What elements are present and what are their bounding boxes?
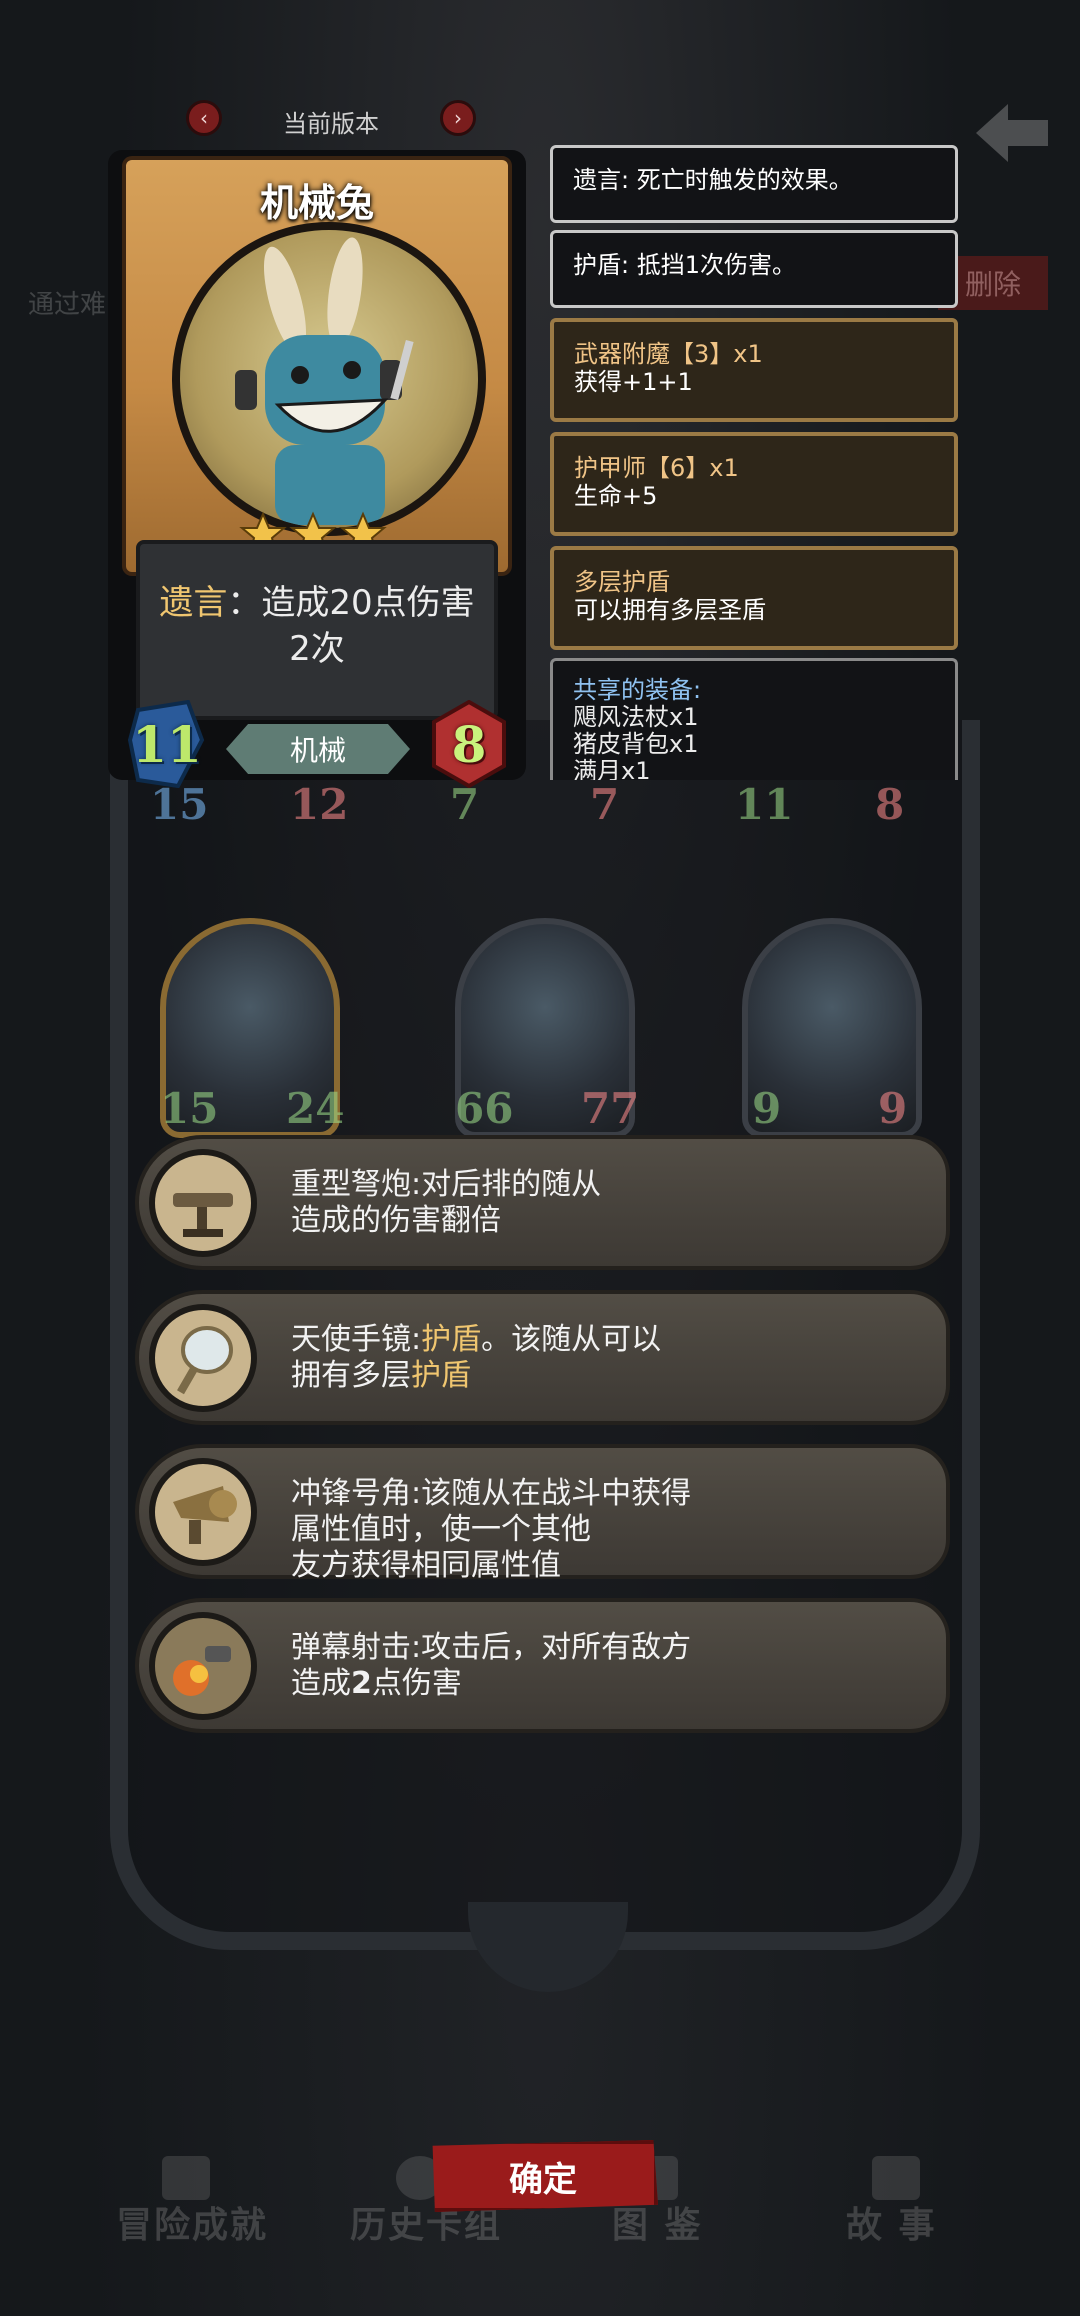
info-panel-enchant: 武器附魔【3】x1 获得+1+1: [550, 318, 958, 422]
card-text-line: 2次: [289, 629, 345, 669]
info-panel-shield: 护盾: 抵挡1次伤害。: [550, 230, 958, 308]
card-text: 遗言：造成20点伤害 2次: [136, 540, 498, 720]
version-label: 当前版本: [283, 110, 379, 138]
relic-text: 冲锋号角:该随从在战斗中获得 属性值时，使一个其他 友方获得相同属性值: [291, 1476, 692, 1583]
relic-item[interactable]: 重型弩炮:对后排的随从 造成的伤害翻倍: [135, 1135, 950, 1270]
relic-text: 天使手镜:护盾。该随从可以 拥有多层护盾: [291, 1322, 662, 1393]
equipment-item: 飓风法杖x1: [573, 703, 699, 731]
info-panel-deathrattle: 遗言: 死亡时触发的效果。: [550, 145, 958, 223]
version-switch: ‹ 当前版本 ›: [186, 100, 476, 140]
card-text-line: 造成20点伤害: [261, 583, 475, 623]
keyword-deathrattle: 遗言: [159, 583, 228, 623]
relic-item[interactable]: 天使手镜:护盾。该随从可以 拥有多层护盾: [135, 1290, 950, 1425]
nav-story[interactable]: 故 事: [846, 2196, 937, 2248]
board-minion[interactable]: 66 77: [455, 918, 639, 1138]
relic-item[interactable]: 弹幕射击:攻击后，对所有敌方 造成2点伤害: [135, 1598, 950, 1733]
nav-achievements[interactable]: 冒险成就: [116, 2196, 268, 2248]
attack-badge: 11: [128, 700, 206, 788]
shared-equipment-title: 共享的装备:: [573, 676, 702, 704]
equipment-item: 满月x1: [573, 757, 651, 781]
board-minion[interactable]: 15 24: [160, 918, 344, 1138]
horn-icon: [149, 1458, 257, 1566]
trophy-icon: [162, 2156, 210, 2200]
back-arrow-icon[interactable]: [972, 100, 1052, 166]
mech-rabbit-icon: [235, 237, 414, 525]
story-icon: [872, 2156, 920, 2200]
card-portrait: [172, 222, 486, 536]
card-name: 机械兔: [259, 181, 374, 225]
confirm-button[interactable]: 确定: [432, 2140, 658, 2212]
relic-text: 重型弩炮:对后排的随从 造成的伤害翻倍: [291, 1167, 602, 1238]
text-separator: ：: [227, 583, 262, 623]
info-panel-armorsmith: 护甲师【6】x1 生命+5: [550, 432, 958, 536]
chevron-right-icon[interactable]: ›: [440, 100, 476, 136]
board-minion[interactable]: 9 9: [742, 918, 922, 1138]
board-token: 11 8: [735, 780, 905, 829]
barrage-icon: [149, 1612, 257, 1720]
health-badge: 8: [430, 700, 508, 788]
difficulty-label: 通过难: [28, 290, 107, 320]
equipment-item: 猪皮背包x1: [573, 730, 699, 758]
mirror-icon: [149, 1304, 257, 1412]
shared-equipment-panel[interactable]: 共享的装备: 飓风法杖x1 猪皮背包x1 满月x1: [550, 658, 958, 780]
relic-text: 弹幕射击:攻击后，对所有敌方 造成2点伤害: [291, 1630, 692, 1701]
info-panel-multi-shield: 多层护盾 可以拥有多层圣盾: [550, 546, 958, 650]
crossbow-icon: [149, 1149, 257, 1257]
tribe-banner: 机械: [226, 724, 410, 774]
minion-card: 机械兔 遗言：造成20点伤害 2次 11 8 机械: [108, 150, 526, 788]
relic-item[interactable]: 冲锋号角:该随从在战斗中获得 属性值时，使一个其他 友方获得相同属性值: [135, 1444, 950, 1583]
